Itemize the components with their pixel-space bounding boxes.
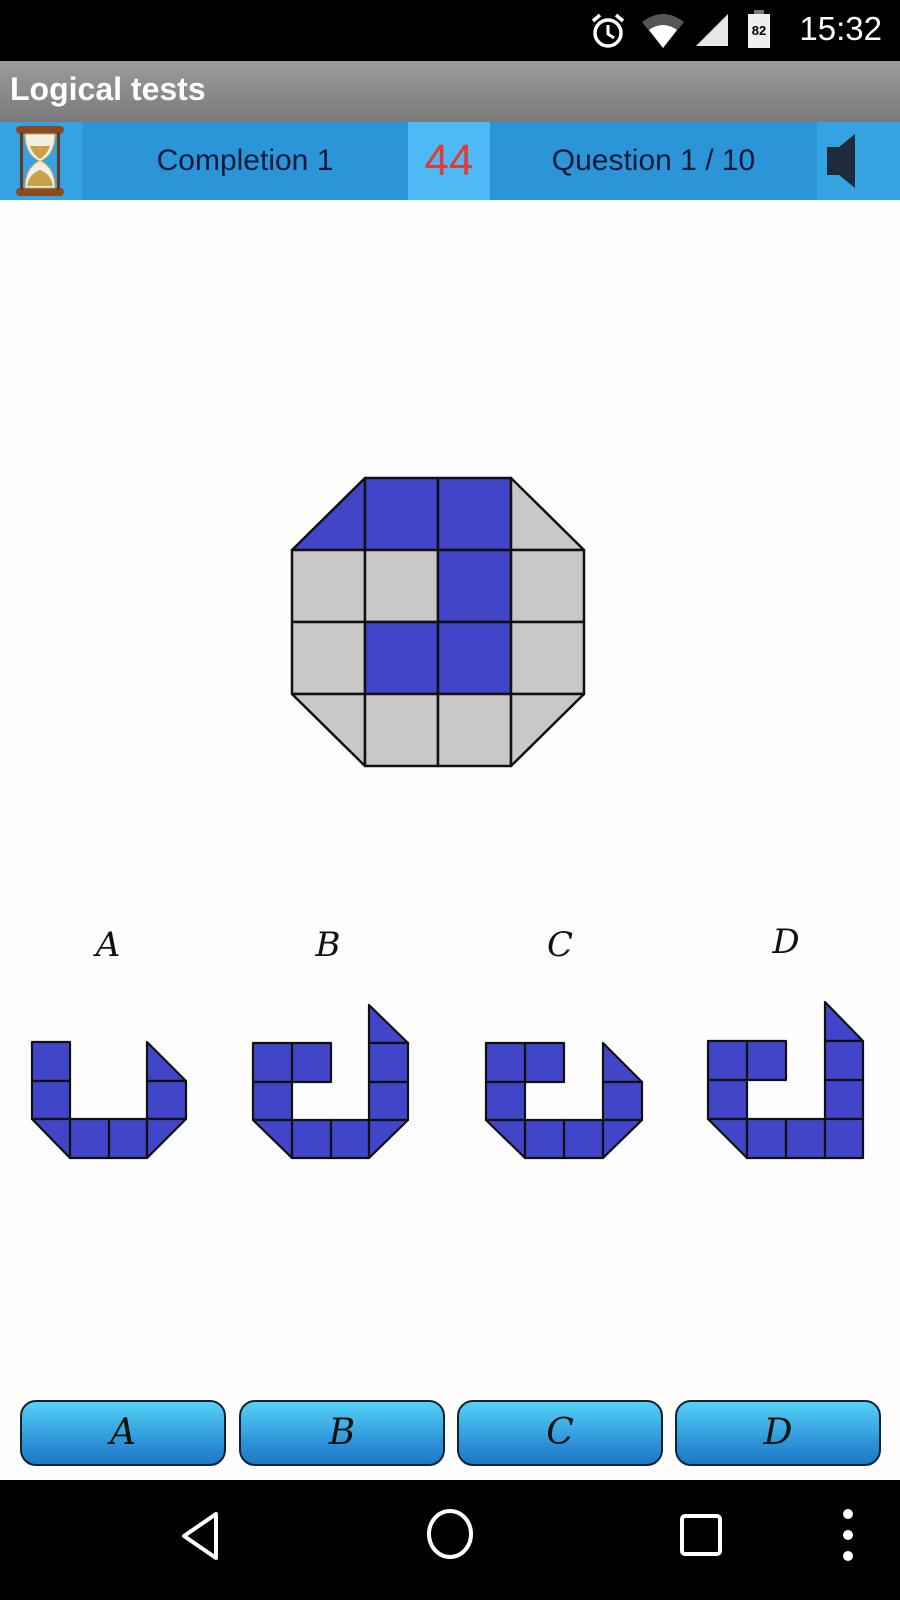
puzzle-cell-0-3 xyxy=(509,476,586,552)
puzzle-cell-0-0 xyxy=(290,476,367,552)
answer-button-d[interactable]: D xyxy=(675,1400,881,1466)
puzzle-cell-1-1 xyxy=(363,548,440,624)
puzzle-cell-1-2 xyxy=(436,548,513,624)
menu-icon[interactable] xyxy=(838,1506,858,1566)
answer-button-a[interactable]: A xyxy=(20,1400,226,1466)
back-icon[interactable] xyxy=(176,1508,226,1564)
puzzle-cell-2-0 xyxy=(290,620,367,696)
option-c-figure xyxy=(484,1041,644,1160)
option-label-c: C xyxy=(546,925,573,965)
puzzle-cell-3-3 xyxy=(509,692,586,768)
recents-icon[interactable] xyxy=(678,1512,724,1558)
puzzle-cell-3-0 xyxy=(290,692,367,768)
option-label-b: B xyxy=(315,925,341,965)
puzzle-cell-3-2 xyxy=(436,692,513,768)
option-a-figure xyxy=(30,1040,188,1160)
puzzle-cell-1-0 xyxy=(290,548,367,624)
home-icon[interactable] xyxy=(424,1506,476,1562)
option-d-figure xyxy=(706,1000,865,1160)
puzzle-cell-0-2 xyxy=(436,476,513,552)
answer-button-c[interactable]: C xyxy=(457,1400,663,1466)
navigation-bar xyxy=(0,1480,900,1600)
puzzle-cell-0-1 xyxy=(363,476,440,552)
puzzle-cell-1-3 xyxy=(509,548,586,624)
option-label-a: A xyxy=(95,925,121,965)
answer-button-b[interactable]: B xyxy=(239,1400,445,1466)
puzzle-cell-3-1 xyxy=(363,692,440,768)
puzzle-cell-2-1 xyxy=(363,620,440,696)
puzzle-figure xyxy=(30,476,865,1160)
puzzle-cell-2-2 xyxy=(436,620,513,696)
option-b-figure xyxy=(251,1003,410,1160)
option-label-d: D xyxy=(772,922,800,962)
puzzle-cell-2-3 xyxy=(509,620,586,696)
